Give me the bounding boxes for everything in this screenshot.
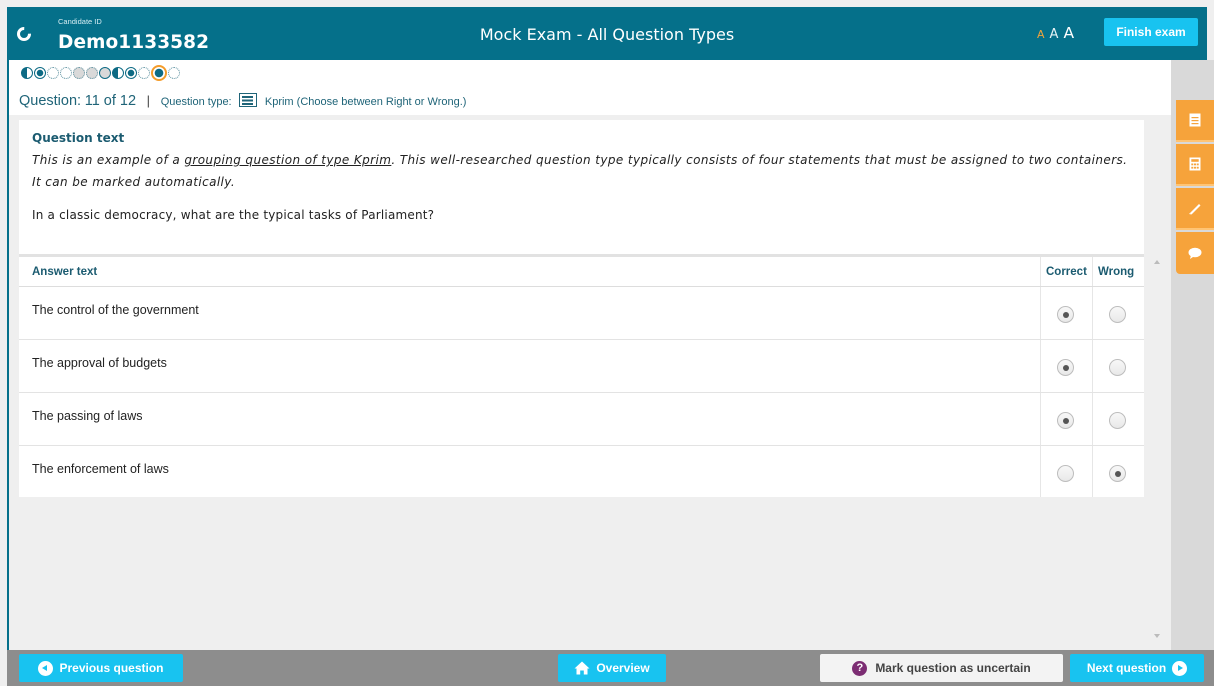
overview-label: Overview	[596, 661, 650, 675]
correct-header: Correct	[1046, 266, 1087, 278]
question-text-title: Question text	[32, 131, 125, 145]
font-size-medium-button[interactable]: A	[1050, 27, 1059, 42]
previous-question-button[interactable]: Previous question	[19, 654, 183, 682]
wrong-radio[interactable]	[1109, 412, 1126, 429]
comment-tool-button[interactable]	[1176, 232, 1214, 274]
pen-icon	[1189, 204, 1201, 215]
question-number: 11 of 12	[84, 93, 137, 109]
question-type-prefix: Question type:	[160, 96, 232, 108]
arrow-right-icon	[1172, 660, 1188, 676]
question-body-link: grouping question of type Kprim	[184, 153, 392, 167]
font-size-large-button[interactable]: A	[1063, 24, 1074, 42]
question-dot[interactable]	[34, 67, 46, 79]
pen-tool-button[interactable]	[1176, 188, 1214, 230]
question-text-panel: Question text This is an example of a gr…	[19, 120, 1144, 254]
next-question-label: Next question	[1086, 661, 1167, 675]
font-size-small-button[interactable]: A	[1037, 28, 1045, 41]
question-progress-dots	[21, 65, 181, 81]
answer-text-header: Answer text	[32, 266, 98, 278]
overview-button[interactable]: Overview	[558, 654, 666, 682]
question-dot[interactable]	[125, 67, 137, 79]
question-dot[interactable]	[47, 67, 59, 79]
notes-icon	[1189, 113, 1201, 127]
arrow-left-icon	[38, 660, 54, 676]
question-dot[interactable]	[112, 67, 124, 79]
answer-text: The approval of budgets	[32, 356, 167, 370]
question-counter: Question: 11 of 12 | Question type: Kpri…	[19, 93, 466, 109]
wrong-radio[interactable]	[1109, 465, 1126, 482]
question-type-label: Kprim (Choose between Right or Wrong.)	[264, 96, 467, 108]
wrong-radio[interactable]	[1109, 359, 1126, 376]
header-bar: Candidate ID Demo1133582 Mock Exam - All…	[7, 7, 1207, 60]
question-dot[interactable]	[21, 67, 33, 79]
answer-row: The control of the government	[19, 287, 1144, 340]
question-dot[interactable]	[99, 67, 111, 79]
question-dot[interactable]	[86, 67, 98, 79]
question-prompt: In a classic democracy, what are the typ…	[32, 208, 435, 222]
correct-radio[interactable]	[1057, 359, 1074, 376]
correct-radio[interactable]	[1057, 465, 1074, 482]
question-prefix: Question:	[19, 93, 82, 109]
wrong-radio[interactable]	[1109, 306, 1126, 323]
previous-question-label: Previous question	[59, 661, 164, 675]
answer-row: The passing of laws	[19, 393, 1144, 446]
question-dot[interactable]	[168, 67, 180, 79]
finish-exam-button[interactable]: Finish exam	[1104, 18, 1198, 46]
answers-header: Answer text Correct Wrong	[19, 257, 1144, 287]
mark-uncertain-label: Mark question as uncertain	[875, 661, 1031, 675]
notes-tool-button[interactable]	[1176, 100, 1214, 142]
question-dot[interactable]	[73, 67, 85, 79]
question-navigation: Question: 11 of 12 | Question type: Kpri…	[9, 60, 1171, 115]
calculator-tool-button[interactable]	[1176, 144, 1214, 186]
correct-radio[interactable]	[1057, 306, 1074, 323]
question-body-part1: This is an example of a	[32, 153, 185, 167]
wrong-header: Wrong	[1098, 266, 1135, 278]
question-body: This is an example of a grouping questio…	[32, 149, 1131, 193]
home-icon	[574, 661, 590, 675]
scroll-up-arrow-icon[interactable]	[1154, 260, 1160, 264]
separator: |	[146, 93, 151, 108]
comment-icon	[1188, 247, 1202, 259]
calculator-icon	[1189, 157, 1201, 171]
question-dot[interactable]	[60, 67, 72, 79]
answer-text: The passing of laws	[32, 409, 143, 423]
question-dot[interactable]	[138, 67, 150, 79]
answer-row: The approval of budgets	[19, 340, 1144, 393]
question-dot-current[interactable]	[151, 65, 167, 81]
answer-text: The control of the government	[32, 303, 199, 317]
question-mark-icon: ?	[852, 660, 868, 676]
next-question-button[interactable]: Next question	[1070, 654, 1204, 682]
main-content: Question text This is an example of a gr…	[9, 115, 1171, 650]
scroll-down-arrow-icon[interactable]	[1154, 634, 1160, 638]
answers-table: Answer text Correct Wrong The control of…	[19, 254, 1144, 497]
answer-text: The enforcement of laws	[32, 462, 169, 476]
exam-title: Mock Exam - All Question Types	[479, 25, 735, 44]
mark-uncertain-button[interactable]: ? Mark question as uncertain	[820, 654, 1063, 682]
correct-radio[interactable]	[1057, 412, 1074, 429]
list-type-icon	[239, 93, 258, 107]
font-size-controls: A A A	[1037, 24, 1074, 42]
answer-row: The enforcement of laws	[19, 446, 1144, 499]
footer-bar: Previous question Overview ? Mark questi…	[7, 650, 1214, 686]
